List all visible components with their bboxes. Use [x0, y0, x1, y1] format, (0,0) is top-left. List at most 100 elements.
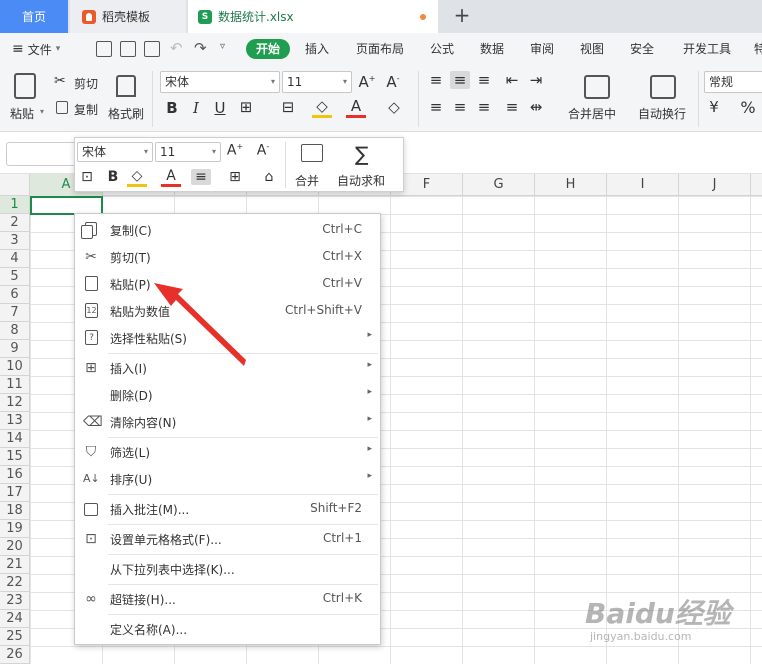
row-header[interactable]: 12 [0, 394, 30, 412]
menu-item-hyperlink[interactable]: ∞ 超链接(H)... Ctrl+K [75, 586, 380, 612]
menu-item-paste-special[interactable]: ? 选择性粘贴(S) ▸ [75, 325, 380, 351]
row-header[interactable]: 5 [0, 268, 30, 286]
align-center-icon[interactable]: ≡ [450, 98, 470, 116]
menu-view[interactable]: 视图 [580, 40, 604, 57]
paste-button[interactable]: 粘贴 ▾ [6, 69, 48, 127]
cell-style-icon[interactable]: ⊟ [278, 98, 298, 116]
menu-item-filter[interactable]: ⛉ 筛选(L) ▸ [75, 439, 380, 465]
tab-template[interactable]: 稻壳模板 [70, 0, 186, 33]
menu-item-insert[interactable]: ⊞ 插入(I) ▸ [75, 355, 380, 381]
auto-wrap-button[interactable]: 自动换行 [634, 69, 694, 127]
fill-color-icon[interactable]: ◇ [127, 168, 147, 187]
row-header[interactable]: 26 [0, 646, 30, 664]
menu-item-paste-values[interactable]: 12 粘贴为数值 Ctrl+Shift+V [75, 298, 380, 324]
menu-home-tab[interactable]: 开始 [246, 39, 290, 59]
mini-font-name-select[interactable]: 宋体 ▾ [77, 142, 153, 162]
format-painter-button[interactable]: 格式刷 [106, 69, 148, 127]
number-format-select[interactable]: 常规 [704, 71, 762, 93]
row-header[interactable]: 17 [0, 484, 30, 502]
font-color-icon[interactable]: A [346, 97, 366, 118]
quick-access-dropdown-icon[interactable]: ▿ [220, 41, 225, 52]
format-painter-icon[interactable]: ⌂ [259, 169, 279, 185]
print-icon[interactable] [120, 41, 136, 57]
row-header[interactable]: 21 [0, 556, 30, 574]
table-style-icon[interactable]: ⊡ [77, 169, 97, 185]
align-left-icon[interactable]: ≡ [426, 98, 446, 116]
font-size-select[interactable]: 11 ▾ [282, 71, 352, 93]
row-header[interactable]: 1 [0, 196, 30, 214]
undo-icon[interactable]: ↶ [170, 39, 183, 57]
menu-item-format-cells[interactable]: ⊡ 设置单元格格式(F)... Ctrl+1 [75, 526, 380, 552]
row-header[interactable]: 2 [0, 214, 30, 232]
currency-icon[interactable]: ¥ [704, 98, 724, 116]
row-header[interactable]: 9 [0, 340, 30, 358]
menu-item-sort[interactable]: A↓ 排序(U) ▸ [75, 466, 380, 492]
column-header[interactable]: J [679, 174, 751, 196]
row-header[interactable]: 4 [0, 250, 30, 268]
align-center-icon[interactable]: ≡ [191, 169, 211, 185]
menu-item-copy[interactable]: 复制(C) Ctrl+C [75, 217, 380, 243]
bold-icon[interactable]: B [103, 169, 123, 185]
menu-data[interactable]: 数据 [480, 40, 504, 57]
menu-page-layout[interactable]: 页面布局 [356, 40, 404, 57]
menu-review[interactable]: 审阅 [530, 40, 554, 57]
increase-font-icon[interactable]: A+ [225, 142, 245, 159]
distribute-icon[interactable]: ⇹ [526, 98, 546, 116]
menu-item-cut[interactable]: ✂ 剪切(T) Ctrl+X [75, 244, 380, 270]
save-icon[interactable] [96, 41, 112, 57]
row-header[interactable]: 6 [0, 286, 30, 304]
align-top-icon[interactable]: ≡ [426, 71, 446, 89]
print-preview-icon[interactable] [144, 41, 160, 57]
menu-item-pick-from-list[interactable]: 从下拉列表中选择(K)... [75, 556, 380, 582]
file-menu[interactable]: ≡ 文件 ▾ [0, 41, 80, 58]
border-icon[interactable]: ⊞ [236, 98, 256, 116]
menu-item-insert-comment[interactable]: 插入批注(M)... Shift+F2 [75, 496, 380, 522]
menu-insert[interactable]: 插入 [305, 40, 329, 57]
row-header[interactable]: 10 [0, 358, 30, 376]
menu-item-clear[interactable]: ⌫ 清除内容(N) ▸ [75, 409, 380, 435]
justify-icon[interactable]: ≡ [502, 98, 522, 116]
menu-security[interactable]: 安全 [630, 40, 654, 57]
new-tab-button[interactable]: + [450, 4, 474, 28]
bold-icon[interactable]: B [162, 99, 182, 117]
clear-format-icon[interactable]: ◇ [384, 98, 404, 116]
menu-item-delete[interactable]: 删除(D) ▸ [75, 382, 380, 408]
menu-formulas[interactable]: 公式 [430, 40, 454, 57]
align-right-icon[interactable]: ≡ [474, 98, 494, 116]
select-all-corner[interactable] [0, 174, 30, 196]
column-header[interactable]: H [535, 174, 607, 196]
row-header[interactable]: 8 [0, 322, 30, 340]
row-header[interactable]: 7 [0, 304, 30, 322]
fill-color-icon[interactable]: ◇ [312, 97, 332, 118]
row-header[interactable]: 19 [0, 520, 30, 538]
mini-autosum-button[interactable]: ∑ 自动求和 [337, 142, 401, 188]
mini-merge-button[interactable]: 合并 [291, 142, 335, 188]
border-icon[interactable]: ⊞ [225, 169, 245, 185]
tab-file[interactable]: S 数据统计.xlsx [188, 0, 438, 33]
increase-font-icon[interactable]: A+ [357, 73, 377, 91]
font-color-icon[interactable]: A [161, 168, 181, 187]
percent-icon[interactable]: % [738, 98, 758, 117]
underline-icon[interactable]: U [210, 99, 230, 117]
decrease-font-icon[interactable]: A- [383, 73, 403, 91]
row-header[interactable]: 23 [0, 592, 30, 610]
increase-indent-icon[interactable]: ⇥ [526, 71, 546, 89]
italic-icon[interactable]: I [186, 99, 206, 117]
row-header[interactable]: 3 [0, 232, 30, 250]
copy-button[interactable]: 复制 [54, 99, 104, 119]
decrease-font-icon[interactable]: A- [253, 142, 273, 159]
merge-center-button[interactable]: 合并居中 [562, 69, 632, 127]
align-middle-icon[interactable]: ≡ [450, 71, 470, 89]
row-header[interactable]: 15 [0, 448, 30, 466]
menu-item-define-name[interactable]: 定义名称(A)... [75, 616, 380, 642]
row-header[interactable]: 18 [0, 502, 30, 520]
font-name-select[interactable]: 宋体 ▾ [160, 71, 280, 93]
align-bottom-icon[interactable]: ≡ [474, 71, 494, 89]
row-header[interactable]: 22 [0, 574, 30, 592]
cut-button[interactable]: ✂ 剪切 [54, 73, 104, 93]
mini-font-size-select[interactable]: 11 ▾ [155, 142, 221, 162]
column-header[interactable]: I [607, 174, 679, 196]
column-header[interactable]: G [463, 174, 535, 196]
row-header[interactable]: 13 [0, 412, 30, 430]
row-header[interactable]: 16 [0, 466, 30, 484]
